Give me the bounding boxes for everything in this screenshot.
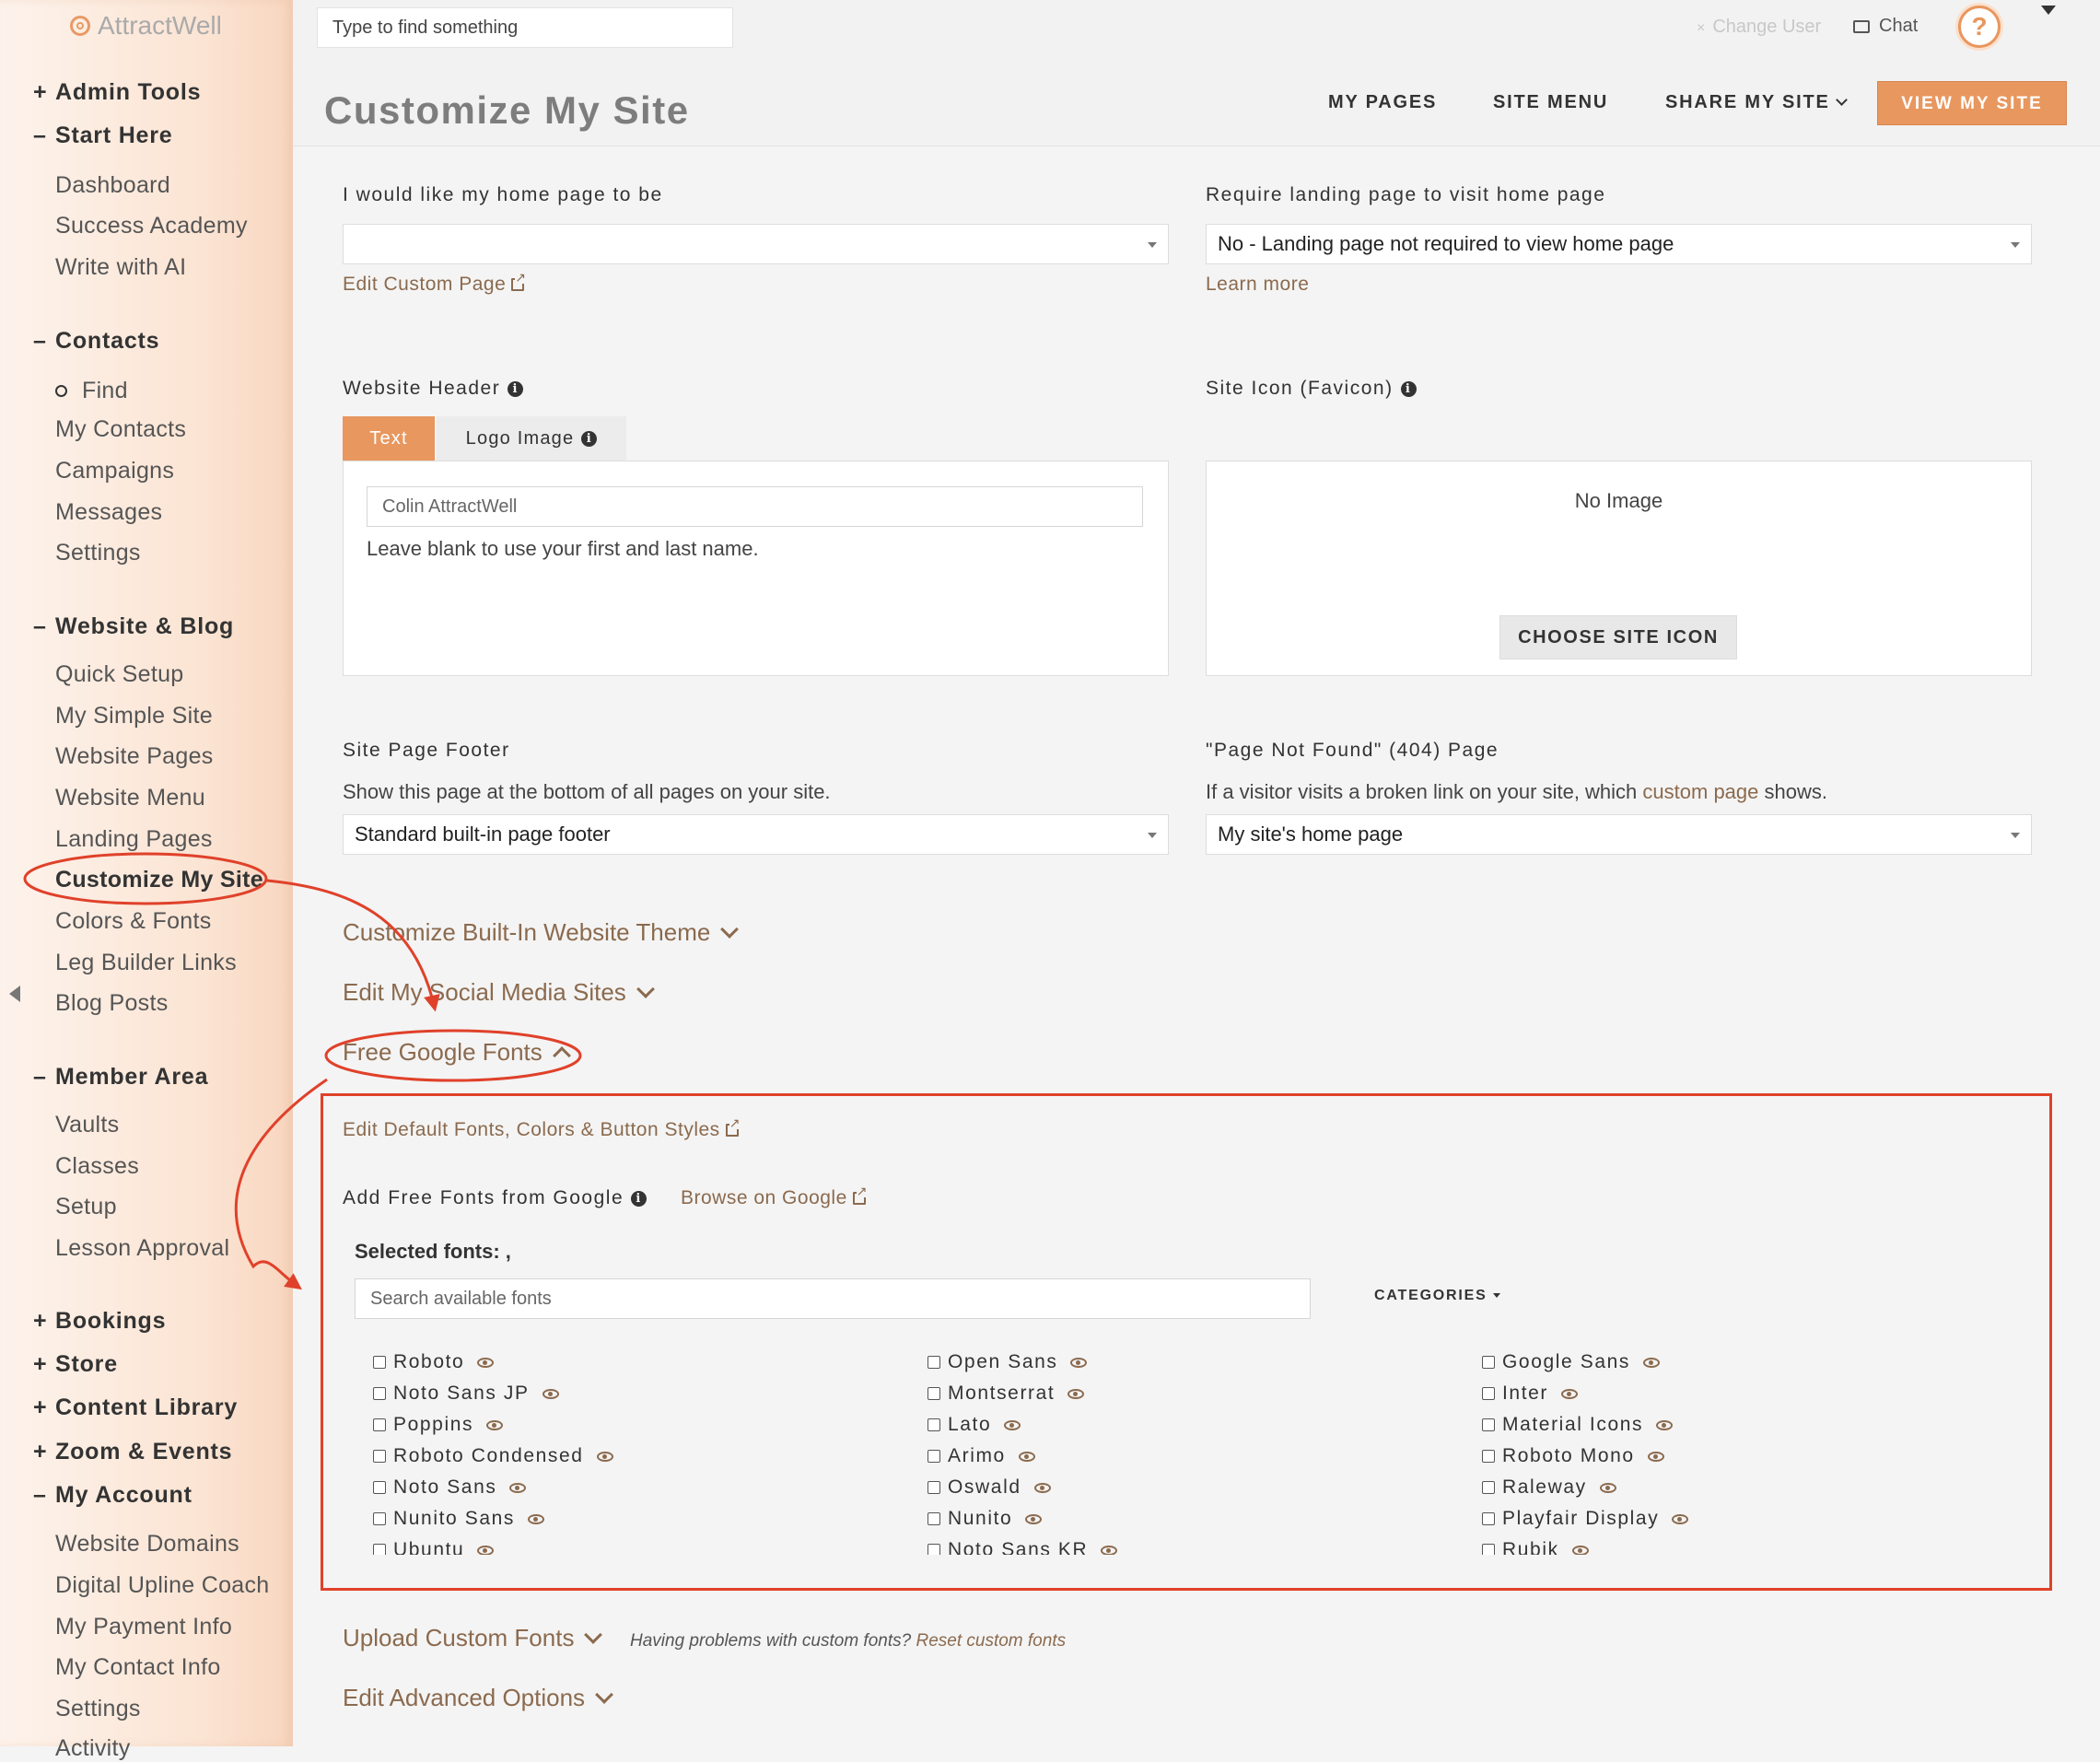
annotation-arrow-1 [266, 879, 440, 1012]
annotation-overlay [23, 852, 582, 1290]
annotation-circle-customize-my-site [23, 852, 268, 905]
annotation-arrow-2 [234, 1078, 328, 1290]
annotation-circle-google-fonts [324, 1029, 582, 1082]
